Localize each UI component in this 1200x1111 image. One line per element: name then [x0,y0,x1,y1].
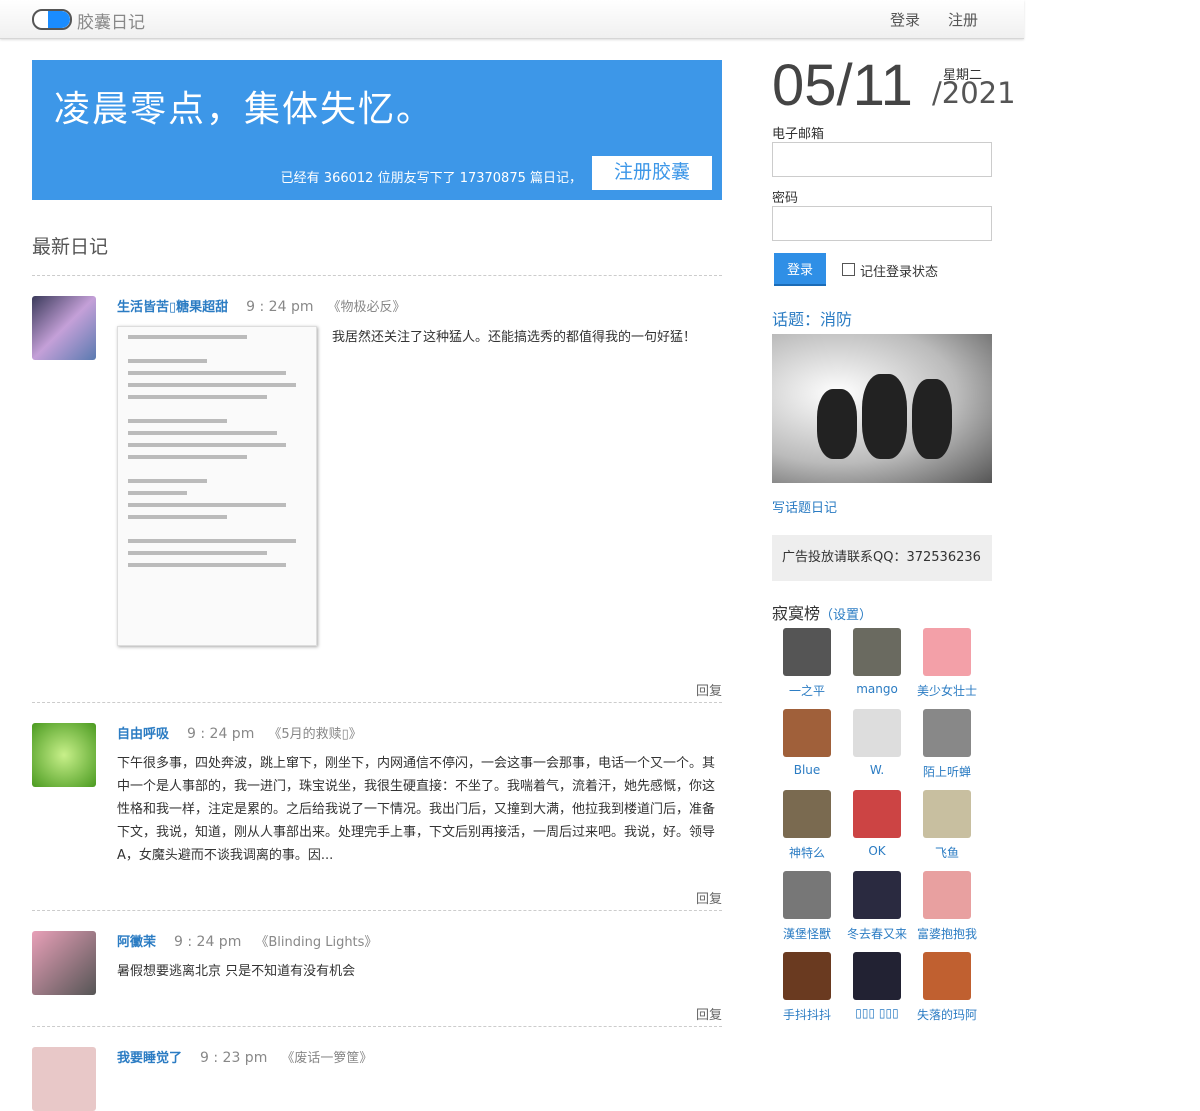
user-name[interactable]: ▯▯▯ ▯▯▯ [842,1006,912,1020]
entry-content: 我居然还关注了这种猛人。还能搞选秀的都值得我的一句好猛！ [332,330,697,345]
user-name[interactable]: 美少女壮士 [912,682,982,699]
lonely-user[interactable]: 冬去春又来 [842,871,912,942]
lonely-user[interactable]: 飞鱼 [912,790,982,861]
username[interactable]: 阿黴茉 [117,935,156,950]
lonely-user[interactable]: 失落的玛阿 [912,952,982,1023]
lonely-user[interactable]: ▯▯▯ ▯▯▯ [842,952,912,1023]
user-name[interactable]: mango [842,682,912,696]
entry-content: 下午很多事，四处奔波，跳上窜下，刚坐下，内网通信不停闪，一会这事一会那事，电话一… [117,756,716,863]
write-topic-link[interactable]: 写话题日记 [772,497,837,516]
lonely-user[interactable]: 美少女壮士 [912,628,982,699]
ad-box: 广告投放请联系QQ：372536236 [772,535,992,581]
username[interactable]: 我要睡觉了 [117,1051,182,1066]
entry-time: 9 : 24 pm [246,299,314,315]
lonely-user[interactable]: 漢堡怪獸 [772,871,842,942]
avatar[interactable] [32,931,96,995]
entry-content: 暑假想要逃离北京 只是不知道有没有机会 [117,964,356,979]
lonely-user[interactable]: mango [842,628,912,699]
entry-time: 9 : 24 pm [187,726,255,742]
username[interactable]: 生活皆苦▯糖果超甜 [117,300,228,315]
reply-link[interactable]: 回复 [696,888,722,907]
avatar[interactable] [783,628,831,676]
user-name[interactable]: 一之平 [772,682,842,699]
avatar[interactable] [923,709,971,757]
lonely-user[interactable]: 富婆抱抱我 [912,871,982,942]
user-name[interactable]: 冬去春又来 [842,925,912,942]
user-name[interactable]: 富婆抱抱我 [912,925,982,942]
year: /2021 [932,76,1016,110]
entry-time: 9 : 23 pm [200,1050,268,1066]
reply-link[interactable]: 回复 [696,1004,722,1023]
topic-image[interactable] [772,334,992,483]
avatar[interactable] [853,709,901,757]
username[interactable]: 自由呼吸 [117,727,169,742]
user-name[interactable]: OK [842,844,912,858]
avatar[interactable] [853,871,901,919]
topic-title[interactable]: 话题：消防 [772,306,852,330]
logo-icon[interactable] [32,9,72,30]
divider [32,702,722,703]
avatar[interactable] [923,952,971,1000]
password-input[interactable] [772,206,992,241]
divider [32,910,722,911]
nav-register-link[interactable]: 注册 [948,9,978,30]
entry-title[interactable]: 《5月的救赎▯》 [268,727,361,742]
hero-banner: 凌晨零点，集体失忆。 已经有 366012 位朋友写下了 17370875 篇日… [32,60,722,200]
section-title: 最新日记 [32,236,109,258]
email-label: 电子邮箱 [772,127,825,142]
settings-link[interactable]: （设置） [820,608,872,623]
remember-label[interactable]: 记住登录状态 [860,261,938,280]
remember-checkbox[interactable] [842,263,855,276]
lonely-user[interactable]: 手抖抖抖 [772,952,842,1023]
avatar[interactable] [923,790,971,838]
user-name[interactable]: 神特么 [772,844,842,861]
avatar[interactable] [32,1047,96,1111]
user-name[interactable]: 手抖抖抖 [772,1006,842,1023]
nav-login-link[interactable]: 登录 [890,9,920,30]
avatar[interactable] [853,952,901,1000]
avatar[interactable] [923,628,971,676]
lonely-user[interactable]: Blue [772,709,842,780]
avatar[interactable] [32,723,96,787]
divider [32,1026,722,1027]
user-name[interactable]: W. [842,763,912,777]
entry-title[interactable]: 《Blinding Lights》 [255,935,377,950]
divider [32,275,722,276]
avatar[interactable] [783,871,831,919]
slogan: 凌晨零点，集体失忆。 [54,89,435,130]
avatar[interactable] [853,628,901,676]
reply-link[interactable]: 回复 [696,680,722,699]
lonely-user-grid: 一之平 mango 美少女壮士 Blue W. 陌上听蝉神特么 OK 飞鱼漢堡怪獸 冬去春又来富… [772,628,982,1023]
entry-image[interactable] [117,326,317,646]
avatar[interactable] [783,790,831,838]
date-day: 05/11 [772,53,913,118]
avatar[interactable] [923,871,971,919]
entry-title[interactable]: 《物极必反》 [327,300,405,315]
entry-title[interactable]: 《废话一箩筐》 [281,1051,372,1066]
user-name[interactable]: 漢堡怪獸 [772,925,842,942]
entry-time: 9 : 24 pm [174,934,242,950]
register-capsule-button[interactable]: 注册胶囊 [592,156,712,190]
site-stats: 已经有 366012 位朋友写下了 17370875 篇日记， [280,171,582,186]
lonely-user[interactable]: W. [842,709,912,780]
email-input[interactable] [772,142,992,177]
avatar[interactable] [853,790,901,838]
top-nav: 胶囊日记 登录 注册 [0,0,1024,39]
lonely-user[interactable]: 陌上听蝉 [912,709,982,780]
lonely-user[interactable]: 神特么 [772,790,842,861]
password-label: 密码 [772,191,799,206]
avatar[interactable] [32,296,96,360]
avatar[interactable] [783,709,831,757]
lonely-user[interactable]: 一之平 [772,628,842,699]
user-name[interactable]: 失落的玛阿 [912,1006,982,1023]
user-name[interactable]: 飞鱼 [912,844,982,861]
login-button[interactable]: 登录 [774,253,826,286]
lonely-user[interactable]: OK [842,790,912,861]
user-name[interactable]: 陌上听蝉 [912,763,982,780]
brand-name[interactable]: 胶囊日记 [77,8,145,33]
avatar[interactable] [783,952,831,1000]
lonely-list-title: 寂寞榜（设置） [772,604,873,623]
user-name[interactable]: Blue [772,763,842,777]
